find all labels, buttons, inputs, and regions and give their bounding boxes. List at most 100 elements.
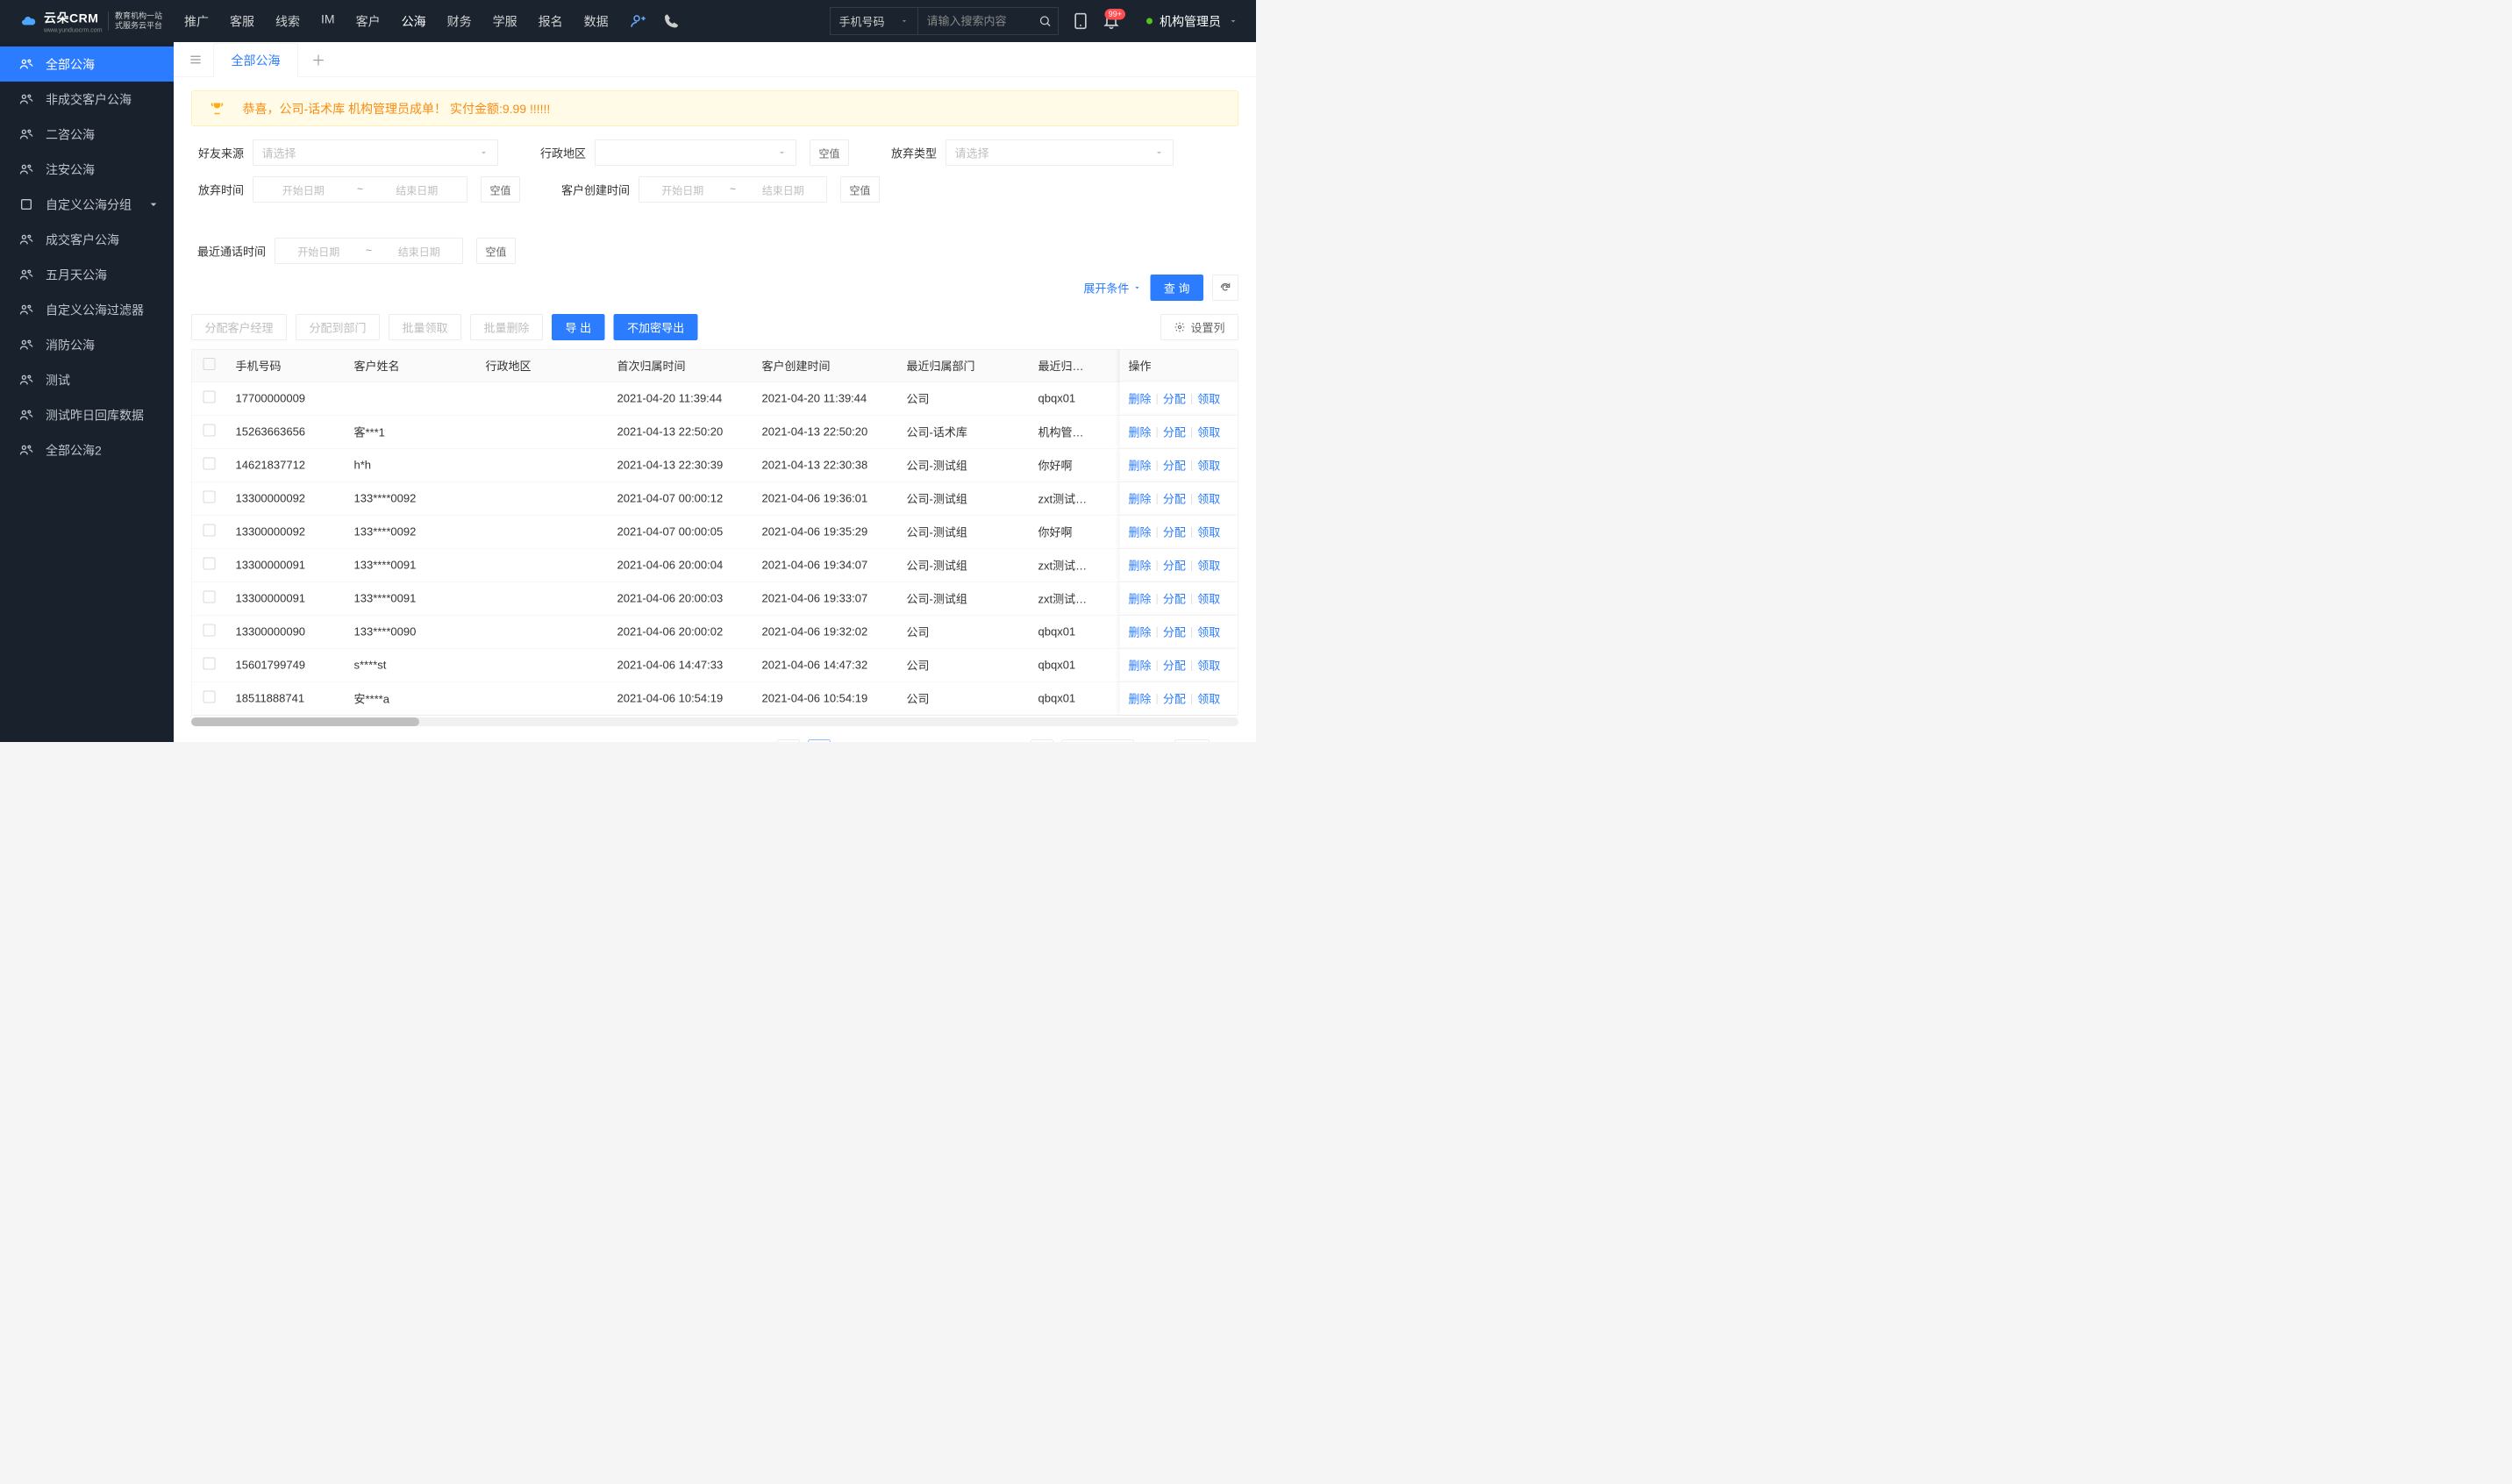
row-delete-link[interactable]: 删除 xyxy=(1129,657,1152,674)
last-page-button[interactable]: 6882 xyxy=(979,739,1022,742)
row-assign-link[interactable]: 分配 xyxy=(1163,590,1186,607)
sidebar-item-2[interactable]: 二咨公海 xyxy=(0,117,174,152)
batch-take-button[interactable]: 批量领取 xyxy=(389,314,461,340)
table-row[interactable]: 13300000092133****00922021-04-07 00:00:0… xyxy=(192,516,1238,549)
sidebar-item-9[interactable]: 测试 xyxy=(0,362,174,397)
row-take-link[interactable]: 领取 xyxy=(1197,557,1220,574)
filter-create-date[interactable]: 开始日期~结束日期 xyxy=(639,176,827,203)
row-delete-link[interactable]: 删除 xyxy=(1129,590,1152,607)
row-checkbox[interactable] xyxy=(203,558,216,570)
row-take-link[interactable]: 领取 xyxy=(1197,490,1220,507)
nav-item-7[interactable]: 学服 xyxy=(493,12,517,30)
table-row[interactable]: 14621837712h*h2021-04-13 22:30:392021-04… xyxy=(192,449,1238,482)
row-checkbox[interactable] xyxy=(203,458,216,470)
goto-page-input[interactable] xyxy=(1174,739,1210,742)
sidebar-item-7[interactable]: 自定义公海过滤器 xyxy=(0,292,174,327)
sidebar-item-4[interactable]: 自定义公海分组 xyxy=(0,187,174,222)
nav-item-8[interactable]: 报名 xyxy=(539,12,563,30)
region-null-button[interactable]: 空值 xyxy=(810,139,849,166)
query-button[interactable]: 查 询 xyxy=(1150,275,1203,301)
nav-item-5[interactable]: 公海 xyxy=(402,12,426,30)
row-checkbox[interactable] xyxy=(203,658,216,670)
row-take-link[interactable]: 领取 xyxy=(1197,590,1220,607)
scrollbar-thumb[interactable] xyxy=(191,717,419,726)
nav-item-1[interactable]: 客服 xyxy=(230,12,254,30)
row-checkbox[interactable] xyxy=(203,591,216,603)
sidebar-item-10[interactable]: 测试昨日回库数据 xyxy=(0,397,174,432)
filter-abandon-date[interactable]: 开始日期~结束日期 xyxy=(253,176,467,203)
device-icon[interactable] xyxy=(1072,12,1089,30)
row-delete-link[interactable]: 删除 xyxy=(1129,624,1152,640)
page-size-select[interactable]: 10 条/页 xyxy=(1061,739,1134,742)
tabs-collapse-button[interactable] xyxy=(182,46,209,73)
select-all-checkbox[interactable] xyxy=(203,358,216,370)
row-delete-link[interactable]: 删除 xyxy=(1129,490,1152,507)
row-delete-link[interactable]: 删除 xyxy=(1129,690,1152,707)
row-take-link[interactable]: 领取 xyxy=(1197,524,1220,540)
row-assign-link[interactable]: 分配 xyxy=(1163,490,1186,507)
table-row[interactable]: 13300000091133****00912021-04-06 20:00:0… xyxy=(192,549,1238,582)
notification-icon[interactable]: 99+ xyxy=(1103,12,1120,30)
nav-item-2[interactable]: 线索 xyxy=(275,12,300,30)
row-checkbox[interactable] xyxy=(203,391,216,403)
create-null-button[interactable]: 空值 xyxy=(840,176,880,203)
row-take-link[interactable]: 领取 xyxy=(1197,624,1220,640)
row-checkbox[interactable] xyxy=(203,425,216,437)
abandon-null-button[interactable]: 空值 xyxy=(481,176,520,203)
row-assign-link[interactable]: 分配 xyxy=(1163,457,1186,474)
filter-type-select[interactable]: 请选择 xyxy=(946,139,1174,166)
page-1[interactable]: 1 xyxy=(808,739,830,742)
table-row[interactable]: 177000000092021-04-20 11:39:442021-04-20… xyxy=(192,382,1238,416)
user-add-icon[interactable] xyxy=(631,13,646,29)
tab-all[interactable]: 全部公海 xyxy=(213,43,298,77)
call-null-button[interactable]: 空值 xyxy=(476,238,516,264)
sidebar-item-8[interactable]: 消防公海 xyxy=(0,327,174,362)
row-assign-link[interactable]: 分配 xyxy=(1163,557,1186,574)
page-2[interactable]: 2 xyxy=(836,739,860,742)
assign-manager-button[interactable]: 分配客户经理 xyxy=(191,314,287,340)
row-checkbox[interactable] xyxy=(203,691,216,703)
search-button[interactable] xyxy=(1031,8,1058,34)
phone-icon[interactable] xyxy=(664,13,680,29)
nav-item-0[interactable]: 推广 xyxy=(184,12,209,30)
row-assign-link[interactable]: 分配 xyxy=(1163,624,1186,640)
sidebar-item-6[interactable]: 五月天公海 xyxy=(0,257,174,292)
page-3[interactable]: 3 xyxy=(867,739,890,742)
assign-dept-button[interactable]: 分配到部门 xyxy=(296,314,380,340)
sidebar-item-3[interactable]: 注安公海 xyxy=(0,152,174,187)
row-checkbox[interactable] xyxy=(203,491,216,503)
user-menu[interactable]: 机构管理员 xyxy=(1146,12,1238,30)
export-plain-button[interactable]: 不加密导出 xyxy=(614,314,698,340)
row-take-link[interactable]: 领取 xyxy=(1197,457,1220,474)
row-take-link[interactable]: 领取 xyxy=(1197,424,1220,440)
row-assign-link[interactable]: 分配 xyxy=(1163,690,1186,707)
nav-item-4[interactable]: 客户 xyxy=(356,12,381,30)
table-row[interactable]: 13300000092133****00922021-04-07 00:00:1… xyxy=(192,482,1238,516)
search-input[interactable] xyxy=(917,8,1031,34)
row-delete-link[interactable]: 删除 xyxy=(1129,557,1152,574)
row-take-link[interactable]: 领取 xyxy=(1197,657,1220,674)
nav-item-3[interactable]: IM xyxy=(321,12,335,30)
table-row[interactable]: 13300000091133****00912021-04-06 20:00:0… xyxy=(192,582,1238,616)
row-take-link[interactable]: 领取 xyxy=(1197,390,1220,407)
row-checkbox[interactable] xyxy=(203,624,216,637)
row-checkbox[interactable] xyxy=(203,524,216,537)
table-row[interactable]: 15263663656客***12021-04-13 22:50:202021-… xyxy=(192,416,1238,449)
sidebar-item-1[interactable]: 非成交客户公海 xyxy=(0,82,174,117)
prev-page-button[interactable] xyxy=(777,739,799,742)
batch-delete-button[interactable]: 批量删除 xyxy=(470,314,543,340)
row-assign-link[interactable]: 分配 xyxy=(1163,657,1186,674)
nav-item-9[interactable]: 数据 xyxy=(584,12,609,30)
next-page-button[interactable] xyxy=(1031,739,1053,742)
refresh-button[interactable] xyxy=(1212,275,1238,301)
table-row[interactable]: 15601799749s****st2021-04-06 14:47:33202… xyxy=(192,649,1238,682)
expand-filters-button[interactable]: 展开条件 xyxy=(1083,280,1141,296)
page-4[interactable]: 4 xyxy=(896,739,920,742)
filter-call-date[interactable]: 开始日期~结束日期 xyxy=(275,238,463,264)
export-button[interactable]: 导 出 xyxy=(552,314,605,340)
set-columns-button[interactable]: 设置列 xyxy=(1160,314,1238,340)
row-delete-link[interactable]: 删除 xyxy=(1129,457,1152,474)
row-assign-link[interactable]: 分配 xyxy=(1163,390,1186,407)
search-type-select[interactable]: 手机号码 xyxy=(830,8,917,34)
row-delete-link[interactable]: 删除 xyxy=(1129,424,1152,440)
